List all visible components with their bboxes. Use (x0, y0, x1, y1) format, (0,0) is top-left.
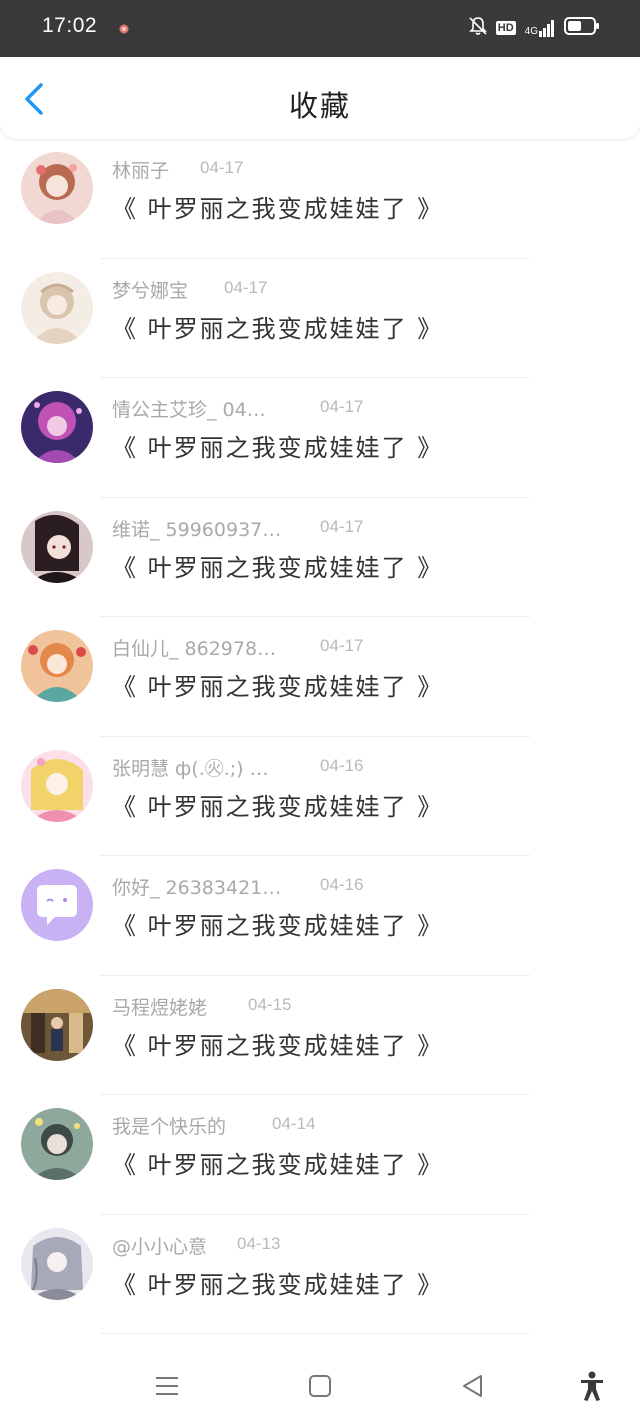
network-label: 4G (524, 26, 538, 37)
list-item[interactable]: 我是个快乐的 04-14 《 叶罗丽之我变成娃娃了 》 (0, 1095, 640, 1215)
avatar (21, 152, 93, 224)
notification-dot-icon (118, 20, 130, 34)
item-date: 04-17 (320, 516, 364, 536)
signal-icon: 4G (525, 19, 555, 37)
item-date: 04-17 (224, 277, 268, 297)
item-title: 《 叶罗丽之我变成娃娃了 》 (112, 1031, 444, 1060)
item-title: 《 叶罗丽之我变成娃娃了 》 (112, 314, 444, 343)
list-item[interactable]: 马程煜姥姥 04-15 《 叶罗丽之我变成娃娃了 》 (0, 976, 640, 1095)
hd-badge: HD (495, 21, 516, 35)
system-nav-bar (0, 1349, 640, 1422)
divider (100, 1333, 530, 1334)
list-item[interactable]: 张明慧 ф(.㊋.;) … 04-16 《 叶罗丽之我变成娃娃了 》 (0, 737, 640, 856)
favorites-list: 林丽子 04-17 《 叶罗丽之我变成娃娃了 》 梦兮娜宝 04-17 《 叶罗… (0, 139, 640, 1349)
avatar (21, 630, 93, 702)
item-date: 04-17 (200, 158, 244, 177)
item-title: 《 叶罗丽之我变成娃娃了 》 (112, 1270, 444, 1299)
bell-muted-icon (468, 16, 487, 40)
item-username: 梦兮娜宝 (112, 279, 189, 302)
page-title: 收藏 (288, 89, 351, 123)
item-username: 你好_ 26383421… (112, 877, 282, 899)
item-title: 《 叶罗丽之我变成娃娃了 》 (112, 434, 444, 462)
item-title: 《 叶罗丽之我变成娃娃了 》 (112, 553, 444, 582)
item-title: 《 叶罗丽之我变成娃娃了 》 (112, 912, 444, 940)
item-title: 《 叶罗丽之我变成娃娃了 》 (112, 792, 444, 821)
item-username: 维诺_ 59960937… (112, 518, 282, 541)
item-date: 04-15 (248, 994, 292, 1014)
item-date: 04-17 (320, 636, 364, 655)
avatar (21, 869, 93, 941)
item-date: 04-17 (320, 397, 364, 416)
list-item[interactable]: 情公主艾珍_ 04… 04-17 《 叶罗丽之我变成娃娃了 》 (0, 378, 640, 498)
item-date: 04-16 (320, 755, 364, 775)
list-item[interactable]: 梦兮娜宝 04-17 《 叶罗丽之我变成娃娃了 》 (0, 259, 640, 378)
item-username: 张明慧 ф(.㊋.;) … (112, 757, 269, 780)
avatar (21, 510, 93, 583)
item-title: 《 叶罗丽之我变成娃娃了 》 (112, 673, 444, 701)
avatar (21, 988, 93, 1061)
item-date: 04-16 (320, 875, 364, 894)
avatar (21, 271, 93, 344)
avatar (21, 391, 93, 463)
home-square-icon[interactable] (303, 1369, 337, 1403)
item-title: 《 叶罗丽之我变成娃娃了 》 (112, 1151, 444, 1179)
list-item[interactable]: @小小心意 04-13 《 叶罗丽之我变成娃娃了 》 (0, 1215, 640, 1334)
menu-icon[interactable] (150, 1369, 184, 1403)
accessibility-icon[interactable] (575, 1369, 609, 1403)
item-username: 情公主艾珍_ 04… (112, 399, 266, 421)
status-icons: HD 4G (468, 16, 600, 40)
list-item[interactable]: 维诺_ 59960937… 04-17 《 叶罗丽之我变成娃娃了 》 (0, 498, 640, 617)
item-title: 《 叶罗丽之我变成娃娃了 》 (112, 195, 444, 223)
status-bar: 17:02 HD 4G (0, 0, 640, 57)
list-item[interactable]: 林丽子 04-17 《 叶罗丽之我变成娃娃了 》 (0, 139, 640, 259)
list-item[interactable]: 你好_ 26383421… 04-16 《 叶罗丽之我变成娃娃了 》 (0, 856, 640, 976)
item-date: 04-14 (272, 1114, 316, 1133)
header: 收藏 (0, 57, 640, 139)
avatar (21, 1108, 93, 1180)
item-date: 04-13 (237, 1233, 281, 1253)
avatar (21, 1227, 93, 1300)
back-triangle-icon[interactable] (456, 1369, 490, 1403)
battery-icon (564, 16, 600, 40)
status-time: 17:02 (42, 14, 98, 37)
avatar (21, 749, 93, 822)
item-username: 白仙儿_ 862978… (112, 638, 277, 660)
list-item[interactable]: 白仙儿_ 862978… 04-17 《 叶罗丽之我变成娃娃了 》 (0, 617, 640, 737)
